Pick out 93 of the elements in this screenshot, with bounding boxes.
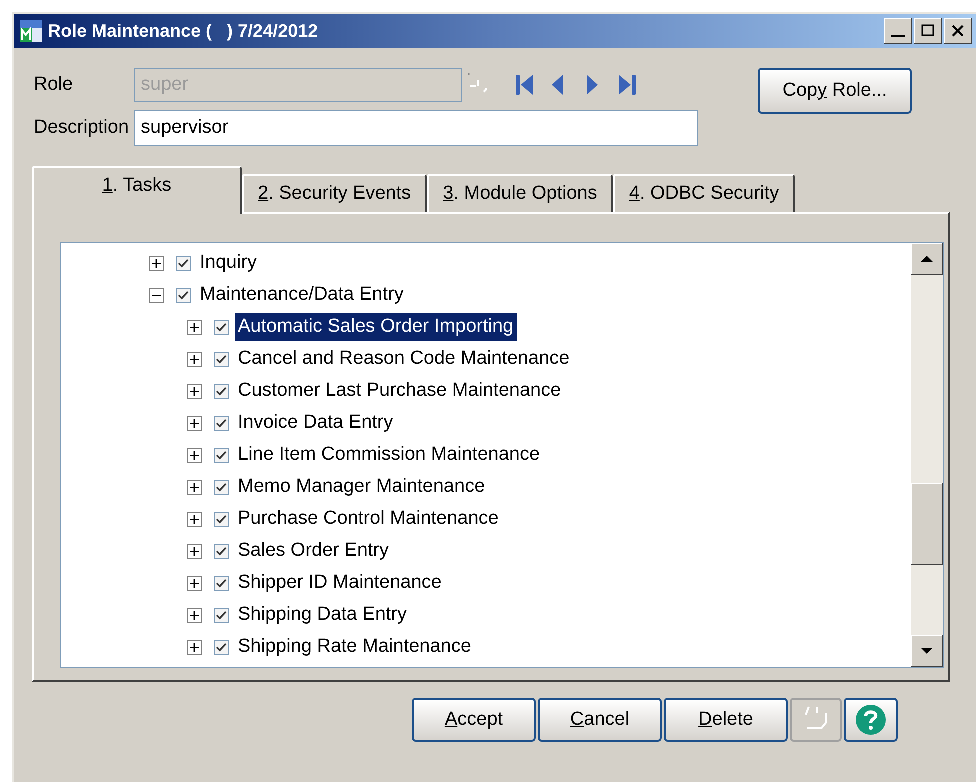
close-icon xyxy=(951,24,965,38)
checkbox[interactable] xyxy=(214,544,229,558)
tree-item[interactable]: Inquiry xyxy=(197,249,260,277)
plus-icon xyxy=(190,418,199,428)
maximize-icon xyxy=(921,24,935,38)
checkmark-icon xyxy=(216,578,227,588)
tree-item[interactable]: Memo Manager Maintenance xyxy=(235,473,488,501)
checkbox[interactable] xyxy=(214,384,229,398)
expand-toggle[interactable] xyxy=(187,416,202,430)
expand-toggle[interactable] xyxy=(187,448,202,462)
copy-role-button[interactable]: Copy Role... xyxy=(758,68,912,114)
checkbox[interactable] xyxy=(214,320,229,334)
collapse-toggle[interactable] xyxy=(149,288,164,302)
tab[interactable]: 4. ODBC Security xyxy=(613,174,796,212)
checkmark-icon xyxy=(216,482,227,492)
plus-icon xyxy=(190,322,199,332)
scroll-up-button[interactable] xyxy=(911,243,943,275)
checkmark-icon xyxy=(216,386,227,396)
plus-icon xyxy=(152,258,161,268)
checkbox[interactable] xyxy=(214,640,229,654)
action-button[interactable]: Accept xyxy=(412,698,536,742)
checkmark-icon xyxy=(216,642,227,652)
plus-icon xyxy=(190,578,199,588)
scroll-thumb[interactable] xyxy=(911,483,943,565)
role-label: Role xyxy=(34,72,74,97)
tree-item[interactable]: Cancel and Reason Code Maintenance xyxy=(235,345,573,373)
checkmark-icon xyxy=(178,290,189,300)
tree-item[interactable]: Purchase Control Maintenance xyxy=(235,505,502,533)
description-label: Description xyxy=(34,116,130,140)
tree-item[interactable]: Maintenance/Data Entry xyxy=(197,281,407,309)
tree-item[interactable]: Automatic Sales Order Importing xyxy=(235,313,517,341)
window-title: Role Maintenance ( ) 7/24/2012 xyxy=(48,20,318,43)
expand-toggle[interactable] xyxy=(187,352,202,366)
checkbox[interactable] xyxy=(214,608,229,622)
checkbox[interactable] xyxy=(214,576,229,590)
down-arrow-icon xyxy=(921,647,933,655)
scroll-down-button[interactable] xyxy=(911,635,943,667)
checkmark-icon xyxy=(216,322,227,332)
checkmark-icon xyxy=(216,546,227,556)
checkmark-icon xyxy=(216,354,227,364)
tree-item[interactable]: Invoice Data Entry xyxy=(235,409,396,437)
expand-toggle[interactable] xyxy=(187,384,202,398)
tree-item[interactable]: Sales Order Entry xyxy=(235,537,392,565)
plus-icon xyxy=(190,482,199,492)
expand-toggle[interactable] xyxy=(187,512,202,526)
checkbox[interactable] xyxy=(214,480,229,494)
checkbox[interactable] xyxy=(214,448,229,462)
expand-toggle[interactable] xyxy=(187,480,202,494)
checkmark-icon xyxy=(216,610,227,620)
expand-toggle[interactable] xyxy=(187,608,202,622)
expand-toggle[interactable] xyxy=(187,576,202,590)
checkbox[interactable] xyxy=(214,416,229,430)
checkmark-icon xyxy=(216,450,227,460)
expand-toggle[interactable] xyxy=(149,256,164,270)
checkbox[interactable] xyxy=(176,256,191,270)
first-record-icon[interactable] xyxy=(514,72,536,98)
expand-toggle[interactable] xyxy=(187,320,202,334)
up-arrow-icon xyxy=(921,255,933,263)
plus-icon xyxy=(190,546,199,556)
expand-toggle[interactable] xyxy=(187,640,202,654)
tab[interactable]: 2. Security Events xyxy=(242,174,428,212)
plus-icon xyxy=(190,386,199,396)
tree-item[interactable]: Shipping Data Entry xyxy=(235,601,410,629)
tree-item[interactable]: Shipping Rate Maintenance xyxy=(235,633,474,661)
plus-icon xyxy=(190,610,199,620)
checkmark-icon xyxy=(178,258,189,268)
description-field[interactable]: supervisor xyxy=(134,110,698,146)
checkbox[interactable] xyxy=(214,352,229,366)
action-button[interactable]: Delete xyxy=(664,698,788,742)
last-record-icon[interactable] xyxy=(616,72,638,98)
close-button[interactable] xyxy=(944,18,972,44)
tab[interactable]: 1. Tasks xyxy=(32,166,242,214)
plus-icon xyxy=(190,354,199,364)
tree-item[interactable]: Shipper ID Maintenance xyxy=(235,569,445,597)
plus-icon xyxy=(190,642,199,652)
checkmark-icon xyxy=(216,418,227,428)
tree-item[interactable]: Customer Last Purchase Maintenance xyxy=(235,377,564,405)
checkmark-icon xyxy=(216,514,227,524)
minimize-button[interactable] xyxy=(884,18,912,44)
tab[interactable]: 3. Module Options xyxy=(427,174,614,212)
plus-icon xyxy=(190,450,199,460)
app-icon xyxy=(18,18,44,44)
checkbox[interactable] xyxy=(214,512,229,526)
help-icon xyxy=(855,704,887,736)
minimize-icon xyxy=(891,34,905,38)
action-button[interactable]: Cancel xyxy=(538,698,662,742)
maximize-button[interactable] xyxy=(914,18,942,44)
plus-icon xyxy=(190,514,199,524)
tree-item[interactable]: Line Item Commission Maintenance xyxy=(235,441,544,469)
help-button[interactable] xyxy=(844,698,898,742)
scrollbar[interactable] xyxy=(911,243,943,667)
expand-toggle[interactable] xyxy=(187,544,202,558)
checkbox[interactable] xyxy=(176,288,191,302)
